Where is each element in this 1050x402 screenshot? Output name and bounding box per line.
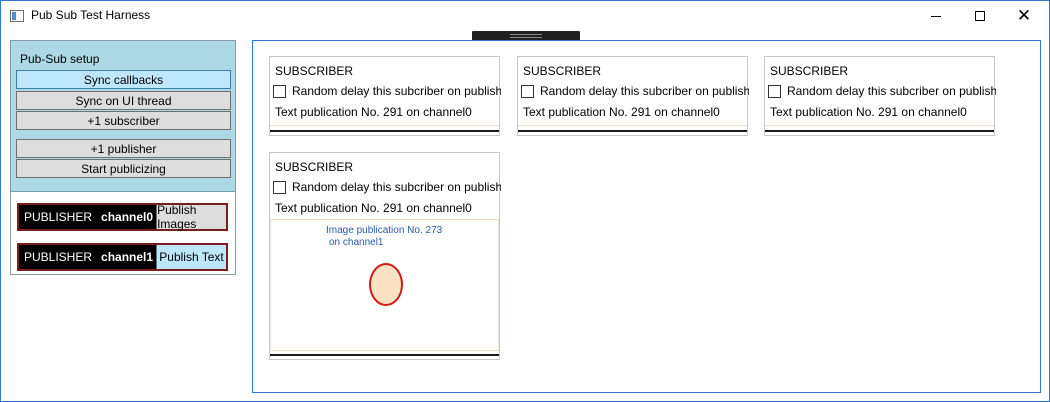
publisher-channel: channel0 [101,210,154,224]
divider [270,125,499,126]
published-image-ellipse [369,263,403,306]
publisher-row: PUBLISHER channel1 Publish Text [17,243,228,271]
image-caption-line: Image publication No. 273 [326,225,443,236]
publisher-label: PUBLISHER [24,250,93,264]
pubsub-setup-panel: Pub-Sub setup Sync callbacks Sync on UI … [11,41,235,192]
random-delay-checkbox[interactable] [768,84,781,98]
close-icon: ✕ [1016,5,1032,26]
subscriber-title: SUBSCRIBER [275,64,354,78]
random-delay-label: Random delay this subcriber on publish [292,84,501,98]
random-delay-option[interactable]: Random delay this subcriber on publish [521,84,749,98]
app-window-icon [10,10,24,22]
divider [270,350,499,351]
app-window: Pub Sub Test Harness ✕ Pub-Sub setup Syn… [0,0,1050,402]
start-publicizing-button[interactable]: Start publicizing [16,159,231,178]
divider [270,130,499,132]
subscriber-card: SUBSCRIBER Random delay this subcriber o… [517,56,749,136]
publisher-label: PUBLISHER [24,210,93,224]
random-delay-option[interactable]: Random delay this subcriber on publish [768,84,996,98]
divider [765,125,994,126]
window-title: Pub Sub Test Harness [31,8,151,22]
divider [270,354,499,356]
publish-text-button[interactable]: Publish Text [156,245,226,269]
minimize-icon [931,15,941,17]
random-delay-option[interactable]: Random delay this subcriber on publish [273,180,501,194]
random-delay-option[interactable]: Random delay this subcriber on publish [273,84,501,98]
random-delay-checkbox[interactable] [273,180,286,194]
subscribers-pane: SUBSCRIBER Random delay this subcriber o… [252,40,1041,393]
image-publication-area: Image publication No. 273 on channel1 [270,219,499,351]
publisher-channel: channel1 [101,250,154,264]
subscriber-card: SUBSCRIBER Random delay this subcriber o… [269,56,501,136]
minimize-button[interactable] [913,1,959,31]
publisher-header: PUBLISHER channel0 [19,205,157,229]
publisher-row: PUBLISHER channel0 Publish Images [17,203,228,231]
random-delay-checkbox[interactable] [521,84,534,98]
random-delay-label: Random delay this subcriber on publish [292,180,501,194]
text-publication: Text publication No. 291 on channel0 [770,105,967,119]
add-subscriber-button[interactable]: +1 subscriber [16,111,231,130]
sync-ui-thread-button[interactable]: Sync on UI thread [16,91,231,110]
publish-images-button[interactable]: Publish Images [156,203,226,231]
setup-label: Pub-Sub setup [20,52,100,66]
text-publication: Text publication No. 291 on channel0 [275,105,472,119]
random-delay-checkbox[interactable] [273,84,286,98]
random-delay-label: Random delay this subcriber on publish [787,84,996,98]
subscriber-title: SUBSCRIBER [523,64,602,78]
divider [518,130,747,132]
left-pane: Pub-Sub setup Sync callbacks Sync on UI … [10,40,236,275]
text-publication: Text publication No. 291 on channel0 [275,201,472,215]
maximize-icon [975,11,985,21]
subscriber-card: SUBSCRIBER Random delay this subcriber o… [764,56,996,136]
add-publisher-button[interactable]: +1 publisher [16,139,231,158]
title-bar[interactable]: Pub Sub Test Harness ✕ [1,1,1049,31]
image-caption-line: on channel1 [329,237,384,248]
sync-callbacks-button[interactable]: Sync callbacks [16,70,231,89]
image-publication-caption: Image publication No. 273 on channel1 [326,225,442,249]
subscriber-title: SUBSCRIBER [275,160,354,174]
publisher-header: PUBLISHER channel1 [19,245,157,269]
text-publication: Text publication No. 291 on channel0 [523,105,720,119]
close-button[interactable]: ✕ [1001,1,1047,31]
divider [518,125,747,126]
subscriber-card: SUBSCRIBER Random delay this subcriber o… [269,152,501,360]
random-delay-label: Random delay this subcriber on publish [540,84,749,98]
subscriber-title: SUBSCRIBER [770,64,849,78]
maximize-button[interactable] [957,1,1003,31]
divider [765,130,994,132]
